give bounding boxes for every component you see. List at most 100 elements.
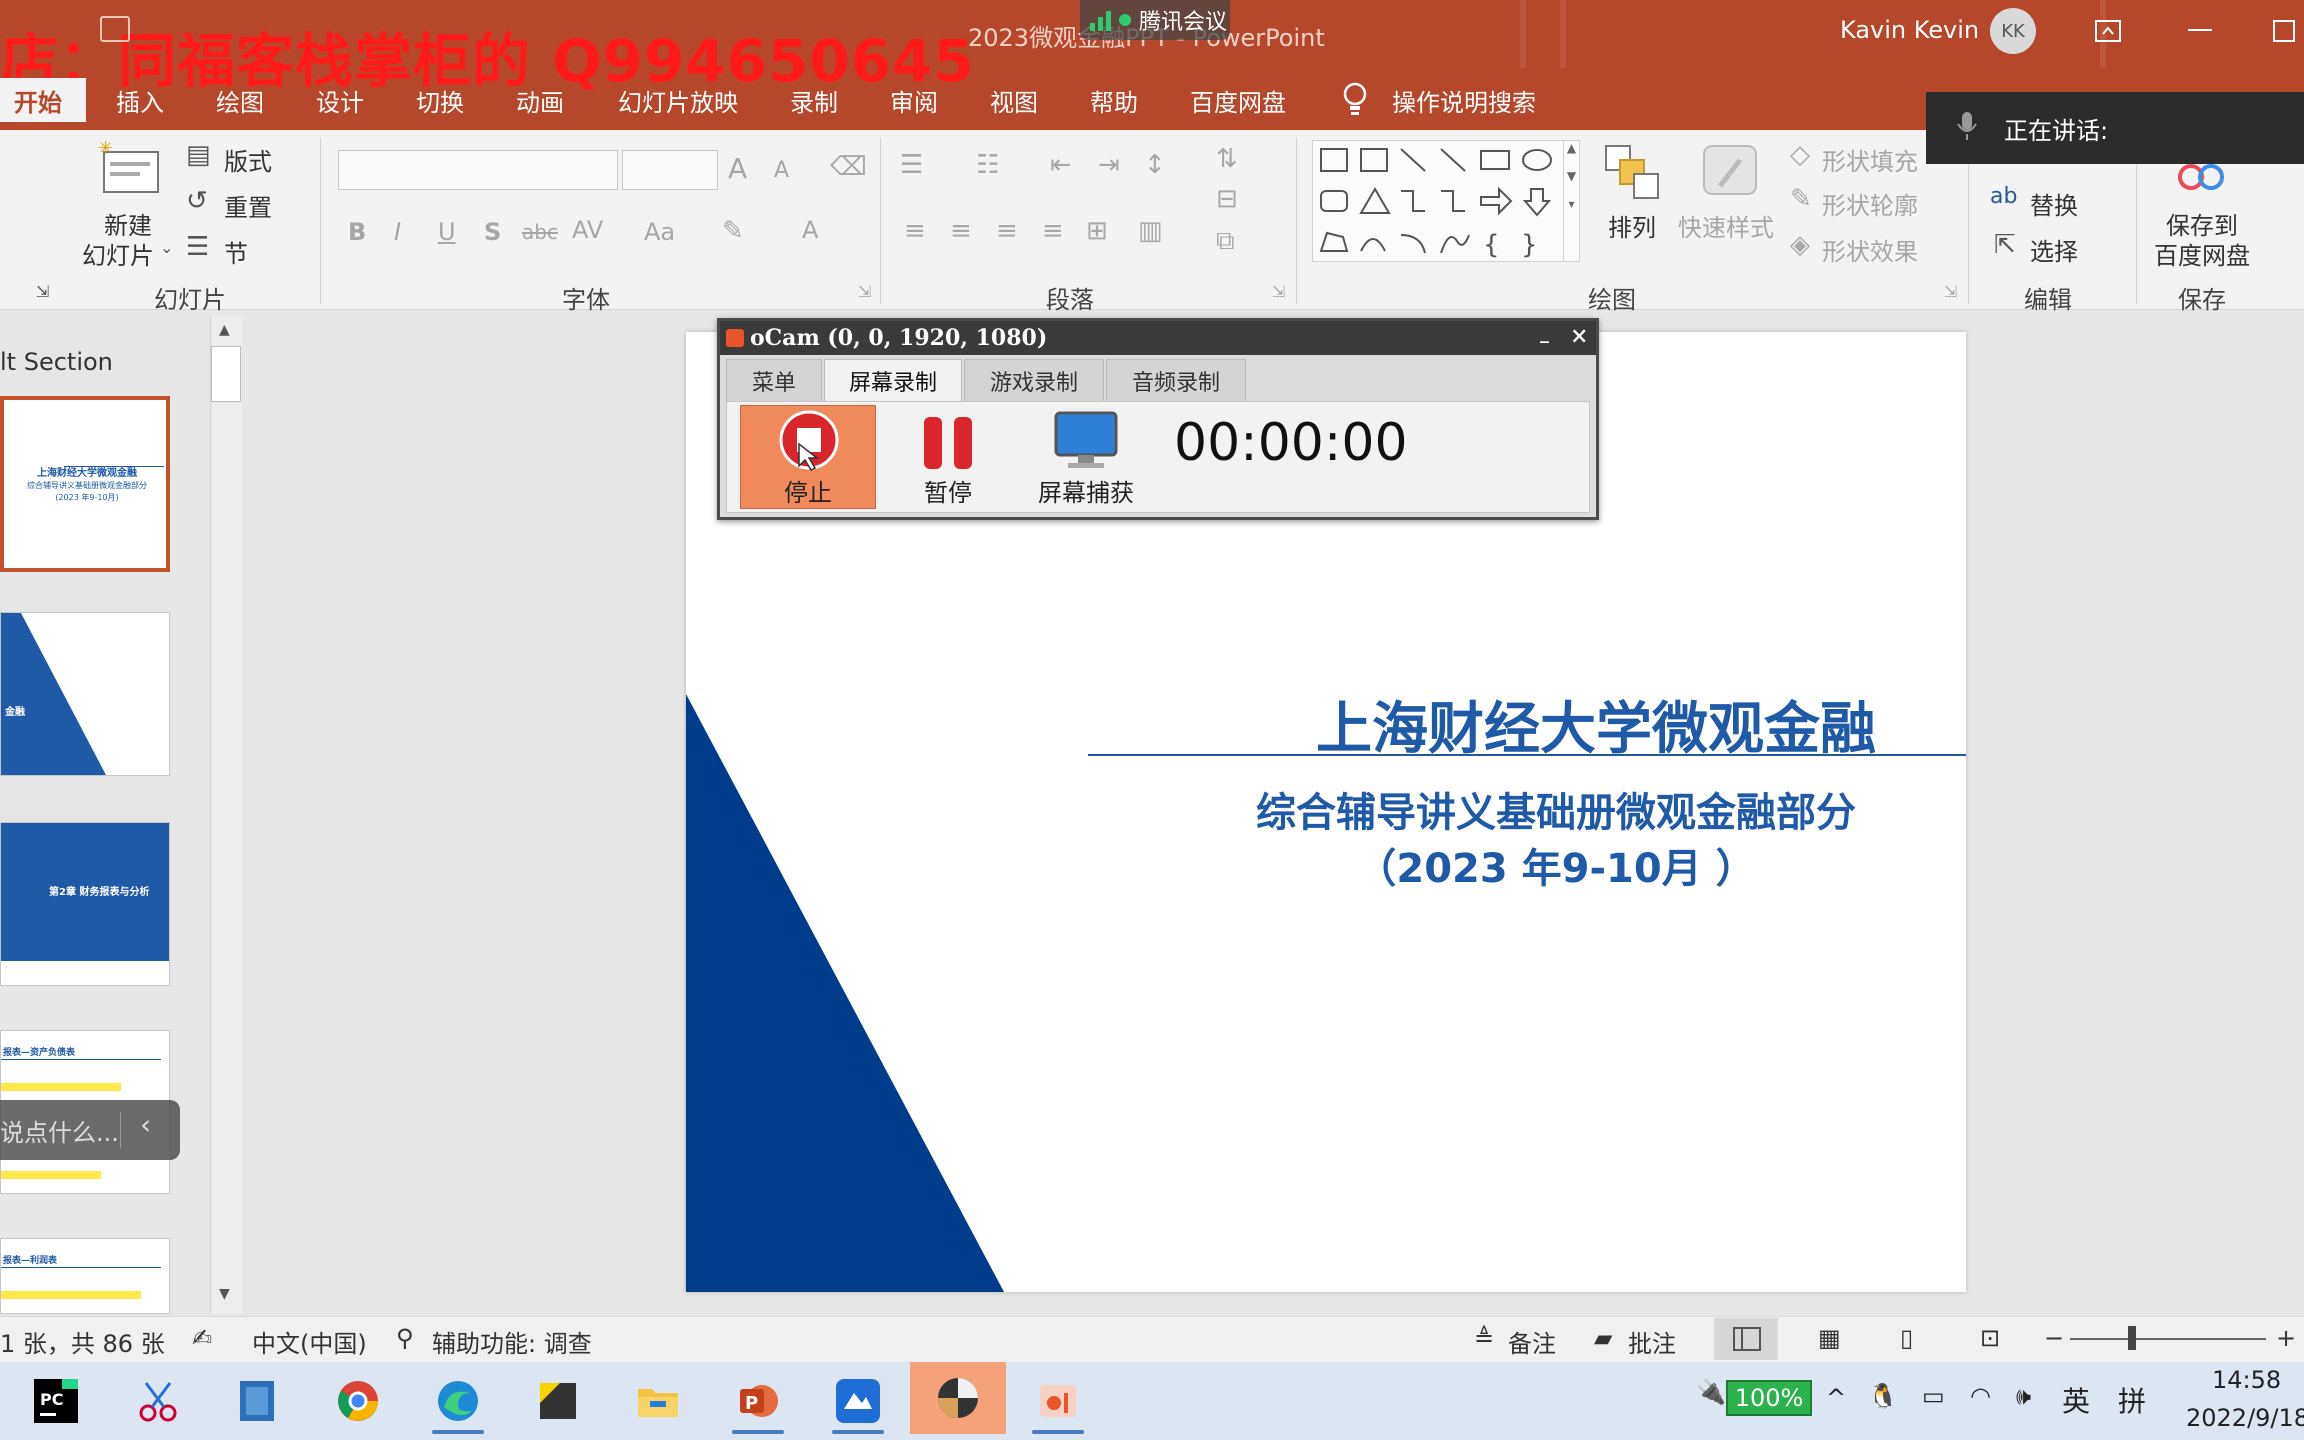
tab-view[interactable]: 视图	[976, 78, 1052, 122]
chrome-icon[interactable]	[324, 1368, 392, 1434]
close-icon[interactable]: ×	[1570, 323, 1588, 349]
battery-indicator[interactable]: 100%	[1726, 1380, 1812, 1416]
scroll-thumb[interactable]	[211, 346, 241, 402]
ocam-tab-menu[interactable]: 菜单	[726, 359, 822, 401]
underline-button[interactable]: U	[438, 218, 456, 246]
zoom-out-icon[interactable]: −	[2044, 1324, 2064, 1352]
chat-input-panel[interactable]: 说点什么... ‹	[0, 1100, 180, 1160]
save-to-label-2[interactable]: 百度网盘	[2154, 236, 2250, 271]
ocam-pause-label[interactable]: 暂停	[888, 473, 1008, 508]
reset-icon[interactable]: ↺	[186, 186, 208, 216]
change-case-button[interactable]: Aa	[644, 218, 675, 246]
italic-button[interactable]: I	[394, 218, 401, 246]
reading-view-icon[interactable]: ▯	[1900, 1324, 1913, 1352]
scroll-up-icon[interactable]: ▲	[219, 322, 230, 338]
accessibility-icon[interactable]: ⚲	[396, 1324, 414, 1352]
shape-outline-icon[interactable]: ✎	[1790, 184, 1812, 214]
tab-transitions[interactable]: 切换	[402, 78, 478, 122]
tell-me-search[interactable]: 操作说明搜索	[1378, 78, 1550, 122]
ocam-taskbar-icon[interactable]	[910, 1362, 1006, 1434]
slide-sorter-icon[interactable]: ▦	[1818, 1324, 1841, 1352]
tab-animations[interactable]: 动画	[502, 78, 578, 122]
sticky-notes-icon[interactable]	[524, 1368, 592, 1434]
arrange-icon[interactable]	[1602, 142, 1662, 200]
spell-check-icon[interactable]: ✍	[192, 1324, 212, 1352]
tab-help[interactable]: 帮助	[1076, 78, 1152, 122]
dialog-launcher-icon[interactable]: ⇲	[36, 282, 49, 301]
tab-design[interactable]: 设计	[302, 78, 378, 122]
new-slide-label-2[interactable]: 幻灯片	[82, 236, 154, 271]
shape-effects-button[interactable]: 形状效果	[1822, 232, 1918, 267]
shadow-button[interactable]: S	[484, 218, 501, 246]
tab-baidu[interactable]: 百度网盘	[1176, 78, 1300, 122]
bullets-icon[interactable]: ☰	[900, 150, 923, 180]
char-spacing-button[interactable]: AV	[572, 216, 603, 244]
ocam-title-bar[interactable]: oCam (0, 0, 1920, 1080) _ ×	[720, 321, 1596, 355]
device-icon[interactable]: ▭	[1922, 1382, 1945, 1410]
replace-button[interactable]: 替换	[2030, 186, 2078, 221]
minimize-icon[interactable]: _	[1540, 323, 1549, 344]
arrange-button[interactable]: 排列	[1608, 208, 1656, 243]
slide-date[interactable]: （2023 年9-10月 ）	[1146, 836, 1966, 894]
slide-thumbnail-2[interactable]: 金融	[0, 612, 170, 776]
tab-insert[interactable]: 插入	[102, 78, 178, 122]
slideshow-icon[interactable]: ⊡	[1980, 1324, 2000, 1352]
comments-button[interactable]: 批注	[1628, 1324, 1676, 1359]
ocam-tab-audio-record[interactable]: 音频录制	[1106, 359, 1246, 401]
line-spacing-icon[interactable]: ↕	[1144, 150, 1166, 180]
avatar[interactable]: KK	[1990, 8, 2036, 54]
highlight-icon[interactable]: ✎	[722, 216, 744, 246]
section-button[interactable]: 节	[224, 234, 248, 269]
meeting-indicator[interactable]: 腾讯会议	[1080, 0, 1230, 40]
ime-language[interactable]: 英	[2062, 1380, 2090, 1420]
powerpoint-icon[interactable]: P	[724, 1368, 792, 1434]
tab-slideshow[interactable]: 幻灯片放映	[604, 78, 752, 122]
slide-thumbnail-3[interactable]: 第2章 财务报表与分析	[0, 822, 170, 986]
decrease-indent-icon[interactable]: ⇤	[1050, 150, 1072, 180]
align-right-icon[interactable]: ≡	[996, 216, 1018, 246]
chevron-down-icon[interactable]: ⌄	[160, 238, 173, 257]
columns-icon[interactable]: ▥	[1138, 216, 1163, 246]
slide-title[interactable]: 上海财经大学微观金融	[1226, 684, 1966, 765]
text-direction-icon[interactable]: ⇅	[1216, 144, 1238, 174]
shape-outline-button[interactable]: 形状轮廓	[1822, 186, 1918, 221]
smartart-icon[interactable]: ⧉	[1216, 226, 1235, 257]
shape-effects-icon[interactable]: ◈	[1790, 230, 1810, 260]
tab-draw[interactable]: 绘图	[202, 78, 278, 122]
clock-time[interactable]: 14:58	[2212, 1366, 2281, 1394]
bold-button[interactable]: B	[348, 218, 366, 246]
slide-thumbnail-5[interactable]: 报表—利润表	[0, 1238, 170, 1314]
baidu-cloud-icon[interactable]	[2176, 162, 2226, 192]
align-text-icon[interactable]: ⊟	[1216, 184, 1238, 214]
shapes-gallery[interactable]: { } ▲ ▼ ▾	[1312, 140, 1580, 262]
quick-styles-button[interactable]: 快速样式	[1678, 208, 1774, 243]
accessibility-status[interactable]: 辅助功能: 调查	[432, 1324, 592, 1359]
wifi-icon[interactable]: ◠	[1970, 1382, 1991, 1410]
font-size-select[interactable]	[622, 150, 718, 190]
grow-font-button[interactable]: A	[728, 152, 747, 185]
layout-button[interactable]: 版式	[224, 142, 272, 177]
ocam-viewer-icon[interactable]	[1024, 1368, 1092, 1434]
clear-format-icon[interactable]: ⌫	[830, 152, 867, 182]
scroll-down-icon[interactable]: ▼	[219, 1286, 230, 1302]
reset-button[interactable]: 重置	[224, 188, 272, 223]
quick-styles-icon[interactable]	[1700, 142, 1760, 200]
section-label[interactable]: lt Section	[0, 348, 113, 376]
zoom-in-icon[interactable]: +	[2276, 1324, 2296, 1352]
ribbon-display-icon[interactable]	[2088, 14, 2128, 48]
slide-subtitle[interactable]: 综合辅导讲义基础册微观金融部分	[1146, 780, 1966, 838]
layout-icon[interactable]: ▤	[186, 140, 211, 170]
tencent-meeting-icon[interactable]	[824, 1368, 892, 1434]
tab-home[interactable]: 开始	[0, 78, 86, 122]
replace-icon[interactable]: ab	[1990, 184, 2017, 209]
user-name[interactable]: Kavin Kevin	[1840, 16, 1979, 44]
zoom-slider[interactable]	[2070, 1338, 2266, 1340]
minimize-icon[interactable]	[2180, 14, 2220, 48]
thumbnail-scrollbar[interactable]: ▲ ▼	[210, 316, 242, 1314]
strikethrough-button[interactable]: abc	[522, 220, 558, 244]
monitor-icon[interactable]	[1054, 411, 1118, 471]
ocam-tab-game-record[interactable]: 游戏录制	[964, 359, 1104, 401]
zoom-slider-thumb[interactable]	[2128, 1326, 2136, 1350]
normal-view-icon[interactable]	[1714, 1318, 1778, 1360]
notes-icon[interactable]: ≜	[1474, 1324, 1494, 1352]
